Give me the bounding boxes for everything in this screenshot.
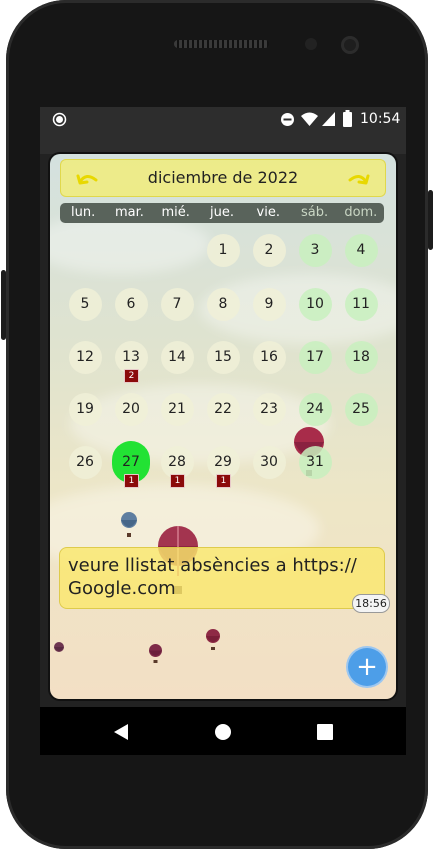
calendar-day[interactable]: 20 [114,392,148,426]
calendar-day[interactable]: 22 [206,392,240,426]
balloon-image [54,642,64,652]
wifi-icon [301,112,318,126]
note-link[interactable]: Google.com [68,577,357,600]
note-time-badge: 18:56 [352,594,390,613]
undo-arrow-icon [76,174,98,185]
status-bar: 10:54 [40,107,406,132]
weekday-label: vie. [256,205,280,220]
calendar-day[interactable]: 16 [252,340,286,374]
calendar-day[interactable]: 9 [252,287,286,321]
calendar-day[interactable]: 2 [252,233,286,267]
event-count-badge: 1 [124,474,139,488]
signal-icon [322,112,335,126]
navigation-bar [40,707,406,755]
recents-icon[interactable] [317,724,333,740]
status-time: 10:54 [360,111,401,127]
month-header: diciembre de 2022 [60,159,386,197]
calendar-day[interactable]: 14 [160,340,194,374]
note-text: veure llistat absències a https:// Googl… [68,554,357,600]
weekday-label: mié. [161,205,190,220]
calendar-day[interactable]: 1 [206,233,240,267]
calendar-day[interactable]: 23 [252,392,286,426]
home-icon[interactable] [214,723,232,741]
earpiece-speaker [174,40,269,48]
calendar-day[interactable]: 31 [298,445,332,479]
weekend-label: sáb. [300,205,329,220]
event-count-badge: 1 [216,474,231,488]
calendar-day[interactable]: 17 [298,340,332,374]
battery-icon [343,110,352,127]
note-text-line: veure llistat absències a https:// [68,555,357,576]
calendar-day[interactable]: 30 [252,445,286,479]
app-top-strip [40,132,406,154]
weekday-header: lun. mar. mié. jue. vie. sáb. dom. [60,203,384,223]
dnd-icon [281,113,294,126]
calendar-day[interactable]: 4 [344,233,378,267]
calendar-day[interactable]: 7 [160,287,194,321]
calendar-app: diciembre de 2022 lun. mar. mié. jue. vi… [50,154,396,699]
calendar-day[interactable]: 18 [344,340,378,374]
front-camera [305,38,317,50]
background-cloud [70,384,330,464]
event-note[interactable]: veure llistat absències a https:// Googl… [59,547,385,609]
back-icon[interactable] [113,723,129,741]
add-event-button[interactable]: + [348,648,386,686]
calendar-day[interactable]: 21 [160,392,194,426]
power-button [428,190,433,250]
calendar-day[interactable]: 10 [298,287,332,321]
calendar-day[interactable]: 24 [298,392,332,426]
balloon-image [206,629,220,650]
month-title: diciembre de 2022 [147,168,299,187]
calendar-day[interactable]: 25 [344,392,378,426]
calendar-day[interactable]: 11 [344,287,378,321]
screen: 10:54 diciembre de 2022 lun. mar. mié. j… [40,107,406,755]
calendar-day[interactable]: 6 [114,287,148,321]
calendar-day[interactable]: 15 [206,340,240,374]
event-count-badge: 1 [170,474,185,488]
event-count-badge: 2 [124,369,139,383]
phone-frame: 10:54 diciembre de 2022 lun. mar. mié. j… [1,0,433,849]
calendar-day[interactable]: 5 [68,287,102,321]
calendar-day[interactable]: 3 [298,233,332,267]
previous-month-button[interactable] [75,166,101,190]
calendar-day[interactable]: 8 [206,287,240,321]
proximity-sensor [341,36,359,54]
calendar-day[interactable]: 12 [68,340,102,374]
weekday-label: mar. [114,205,144,220]
weekday-label: jue. [209,205,234,220]
record-icon [52,112,67,127]
next-month-button[interactable] [345,166,371,190]
calendar-day[interactable]: 26 [68,445,102,479]
weekday-label: lun. [71,205,96,220]
weekend-label: dom. [344,205,378,220]
redo-arrow-icon [348,174,370,185]
volume-button [1,270,6,340]
balloon-image [121,512,137,537]
background-cloud [50,214,210,274]
balloon-image [149,644,162,663]
calendar-day[interactable]: 19 [68,392,102,426]
